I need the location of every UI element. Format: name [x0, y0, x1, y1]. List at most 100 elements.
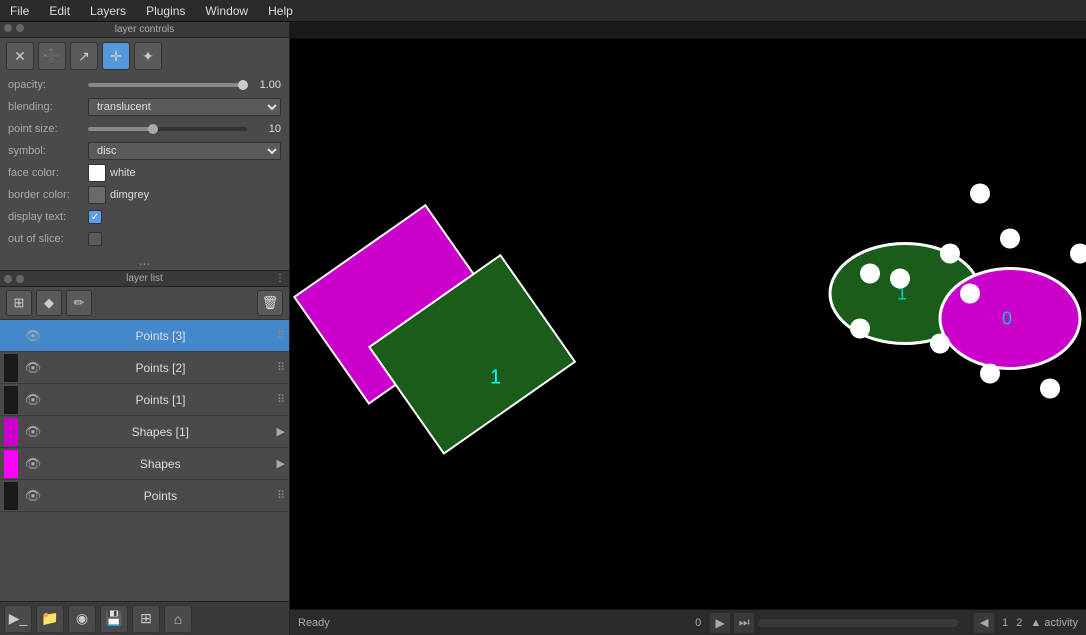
layer-controls-title: layer controls — [115, 24, 174, 35]
grid-button[interactable]: ⊞ — [132, 605, 160, 633]
drag-dot-1 — [4, 24, 12, 32]
statusbar: Ready 0 ▶ ⏭ ◀ 1 2 ▲ activity — [290, 609, 1086, 635]
layer-row[interactable]: 👁 Points [1] ⠿ — [0, 384, 289, 416]
status-ready: Ready — [298, 617, 330, 629]
out-of-slice-checkbox-container — [88, 232, 102, 246]
add-layer-button[interactable]: ➕ — [38, 42, 66, 70]
layer-drag-icon: ⠿ — [277, 329, 285, 342]
layer-list-section: layer list ⋮ ⊞ ◆ ✏ 🗑 👁 Points [3] — [0, 271, 289, 635]
layer-eye-icon[interactable]: 👁 — [22, 421, 44, 443]
page-1-indicator: 1 — [1002, 617, 1008, 629]
ll-poly-btn[interactable]: ◆ — [36, 290, 62, 316]
face-color-swatch[interactable] — [88, 164, 106, 182]
more-options[interactable]: ... — [0, 250, 289, 270]
menu-plugins[interactable]: Plugins — [136, 2, 195, 20]
shapes-3d-button[interactable]: ◉ — [68, 605, 96, 633]
layer-row[interactable]: 👁 Shapes [1] ▶ — [0, 416, 289, 448]
display-text-checkbox[interactable]: ✓ — [88, 210, 102, 224]
layer-color-swatch — [4, 450, 18, 478]
opacity-track[interactable] — [88, 83, 247, 87]
display-text-label: display text: — [8, 211, 88, 223]
menu-window[interactable]: Window — [195, 2, 258, 20]
layer-row[interactable]: 👁 Points [3] ⠿ — [0, 320, 289, 352]
layer-arrow-icon: ▶ — [277, 457, 285, 470]
save-button[interactable]: 💾 — [100, 605, 128, 633]
layer-eye-icon[interactable]: 👁 — [22, 453, 44, 475]
point-dot — [970, 184, 990, 204]
opacity-row: opacity: 1.00 — [0, 74, 289, 96]
layer-drag-icon: ⠿ — [277, 393, 285, 406]
opacity-value: 1.00 — [251, 79, 281, 91]
border-color-swatch[interactable] — [88, 186, 106, 204]
menu-file[interactable]: File — [0, 2, 39, 20]
symbol-select[interactable]: disc square star cross — [88, 142, 281, 160]
layer-controls-section: layer controls ✕ ➕ ↗ ✛ ✦ opacity: 1.00 — [0, 22, 289, 271]
layer-name: Shapes [1] — [48, 425, 273, 439]
layer-drag-icon: ⠿ — [277, 489, 285, 502]
opacity-slider-container: 1.00 — [88, 79, 281, 91]
border-color-name: dimgrey — [110, 189, 281, 201]
select-tool-button[interactable]: ↗ — [70, 42, 98, 70]
remove-layer-button[interactable]: ✕ — [6, 42, 34, 70]
ll-delete-btn[interactable]: 🗑 — [257, 290, 283, 316]
blending-row: blending: translucent normal add multipl… — [0, 96, 289, 118]
layer-list-toolbar: ⊞ ◆ ✏ 🗑 — [0, 287, 289, 320]
menu-help[interactable]: Help — [258, 2, 303, 20]
opacity-thumb — [238, 80, 248, 90]
terminal-button[interactable]: ▶_ — [4, 605, 32, 633]
transform-button[interactable]: ✦ — [134, 42, 162, 70]
layer-color-swatch — [4, 386, 18, 414]
layer-eye-icon[interactable]: 👁 — [22, 485, 44, 507]
point-dot — [860, 264, 880, 284]
layer-row[interactable]: 👁 Points [2] ⠿ — [0, 352, 289, 384]
point-dot — [890, 269, 910, 289]
layer-color-swatch — [4, 322, 18, 350]
face-color-row: face color: white — [0, 162, 289, 184]
layer-drag-icon: ⠿ — [277, 361, 285, 374]
layer-row[interactable]: 👁 Points ⠿ — [0, 480, 289, 512]
blending-select[interactable]: translucent normal add multiply — [88, 98, 281, 116]
symbol-row: symbol: disc square star cross — [0, 140, 289, 162]
ll-edit-btn[interactable]: ✏ — [66, 290, 92, 316]
activity-label: ▲ activity — [1030, 617, 1078, 629]
play-button[interactable]: ▶ — [710, 613, 730, 633]
point-size-value: 10 — [251, 123, 281, 135]
frame-number: 0 — [690, 617, 706, 629]
menu-edit[interactable]: Edit — [39, 2, 80, 20]
out-of-slice-checkbox[interactable] — [88, 232, 102, 246]
opacity-fill — [88, 83, 247, 87]
layer-list-options[interactable]: ⋮ — [275, 273, 285, 284]
move-tool-button[interactable]: ✛ — [102, 42, 130, 70]
layer-list-header: layer list ⋮ — [0, 271, 289, 287]
out-of-slice-row: out of slice: — [0, 228, 289, 250]
layer-name: Points [2] — [48, 361, 273, 375]
layer-eye-icon[interactable]: 👁 — [22, 389, 44, 411]
layer-color-swatch — [4, 418, 18, 446]
folder-button[interactable]: 📁 — [36, 605, 64, 633]
canvas-area: 0 1 1 0 — [290, 22, 1086, 635]
drawing-canvas: 0 1 1 0 — [290, 22, 1086, 635]
menubar: File Edit Layers Plugins Window Help — [0, 0, 1086, 22]
display-text-checkbox-container: ✓ — [88, 210, 102, 224]
skip-to-end-button[interactable]: ⏭ — [734, 613, 754, 633]
layer-eye-icon[interactable]: 👁 — [22, 357, 44, 379]
point-size-fill — [88, 127, 152, 131]
layer-list-drag-handle — [4, 275, 24, 283]
symbol-label: symbol: — [8, 145, 88, 157]
ll-dot-2 — [16, 275, 24, 283]
layer-color-swatch — [4, 354, 18, 382]
point-dot — [940, 244, 960, 264]
drag-dot-2 — [16, 24, 24, 32]
point-dot — [850, 319, 870, 339]
border-color-label: border color: — [8, 189, 88, 201]
ll-grid-btn[interactable]: ⊞ — [6, 290, 32, 316]
layer-row[interactable]: 👁 Shapes ▶ — [0, 448, 289, 480]
face-color-label: face color: — [8, 167, 88, 179]
home-button[interactable]: ⌂ — [164, 605, 192, 633]
left-panel: layer controls ✕ ➕ ↗ ✛ ✦ opacity: 1.00 — [0, 22, 290, 635]
timeline-bar[interactable] — [758, 619, 958, 627]
prev-page-button[interactable]: ◀ — [974, 613, 994, 633]
point-size-track[interactable] — [88, 127, 247, 131]
layer-eye-icon[interactable]: 👁 — [22, 325, 44, 347]
menu-layers[interactable]: Layers — [80, 2, 136, 20]
